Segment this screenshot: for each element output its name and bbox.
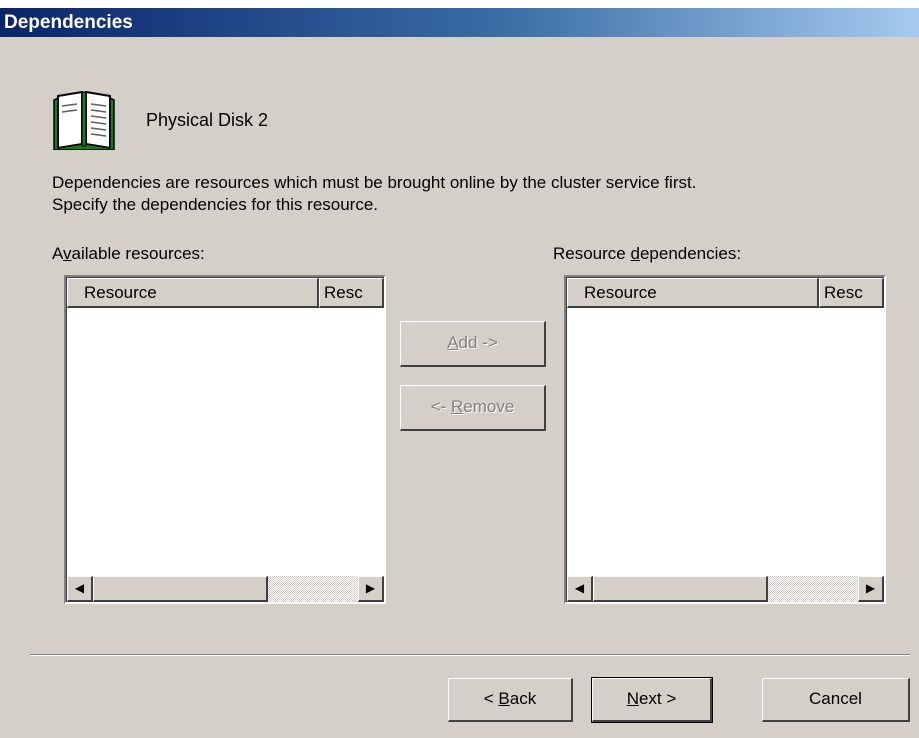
button-label: ack (509, 689, 537, 708)
scroll-left-icon[interactable]: ◀ (67, 576, 93, 602)
back-button[interactable]: < Back (448, 678, 573, 722)
label-part: ailable resources: (71, 244, 205, 263)
cancel-button[interactable]: Cancel (762, 678, 910, 722)
button-accelerator: R (451, 397, 464, 416)
button-label: emove (463, 397, 515, 416)
title-bar: Dependencies (0, 8, 919, 37)
separator-highlight (30, 655, 910, 656)
column-header-resource[interactable]: Resource (567, 278, 819, 308)
label-part: A (52, 244, 64, 263)
window-title: Dependencies (4, 12, 133, 33)
button-accelerator: A (447, 333, 459, 352)
scroll-left-icon[interactable]: ◀ (567, 576, 593, 602)
scroll-thumb[interactable] (593, 576, 768, 602)
book-icon (52, 88, 116, 151)
scroll-track[interactable] (268, 576, 358, 602)
scroll-right-icon[interactable]: ▶ (358, 576, 384, 602)
description: Dependencies are resources which must be… (52, 172, 696, 216)
horizontal-scrollbar[interactable]: ◀ ▶ (67, 576, 384, 602)
remove-button[interactable]: <- Remove (400, 385, 546, 431)
list-frame: Resource Resc ◀ ▶ (66, 277, 384, 602)
add-button[interactable]: Add -> (400, 321, 546, 367)
horizontal-scrollbar[interactable]: ◀ ▶ (567, 576, 884, 602)
button-label: < (483, 689, 499, 708)
description-line-1: Dependencies are resources which must be… (52, 173, 697, 192)
column-header-resource[interactable]: Resource (67, 278, 319, 308)
button-label: dd -> (458, 333, 498, 352)
list-frame: Resource Resc ◀ ▶ (566, 277, 884, 602)
resource-name: Physical Disk 2 (146, 110, 269, 130)
button-label: ext > (638, 689, 677, 708)
label-part: ependencies: (639, 244, 742, 263)
column-header-resc[interactable]: Resc (319, 278, 384, 308)
label-accelerator: v (63, 244, 72, 263)
column-header-resc[interactable]: Resc (819, 278, 884, 308)
top-strip (0, 0, 919, 8)
next-button[interactable]: Next > (591, 677, 713, 723)
description-line-2: Specify the dependencies for this resour… (52, 195, 379, 214)
label-part: Resource (553, 244, 631, 263)
scroll-track[interactable] (768, 576, 858, 602)
scroll-right-icon[interactable]: ▶ (858, 576, 884, 602)
button-accelerator: N (626, 689, 639, 708)
resource-dependencies-label: Resource dependencies: (553, 244, 741, 264)
label-accelerator: d (630, 244, 640, 263)
resource-dependencies-list[interactable]: Resource Resc ◀ ▶ (564, 275, 886, 604)
available-resources-list[interactable]: Resource Resc ◀ ▶ (64, 275, 386, 604)
wizard-dialog: Dependencies Physical Disk 2 Dependencie… (0, 0, 919, 738)
button-accelerator: B (498, 689, 510, 708)
scroll-thumb[interactable] (93, 576, 268, 602)
button-label: <- (430, 397, 451, 416)
available-resources-label: Available resources: (52, 244, 205, 264)
